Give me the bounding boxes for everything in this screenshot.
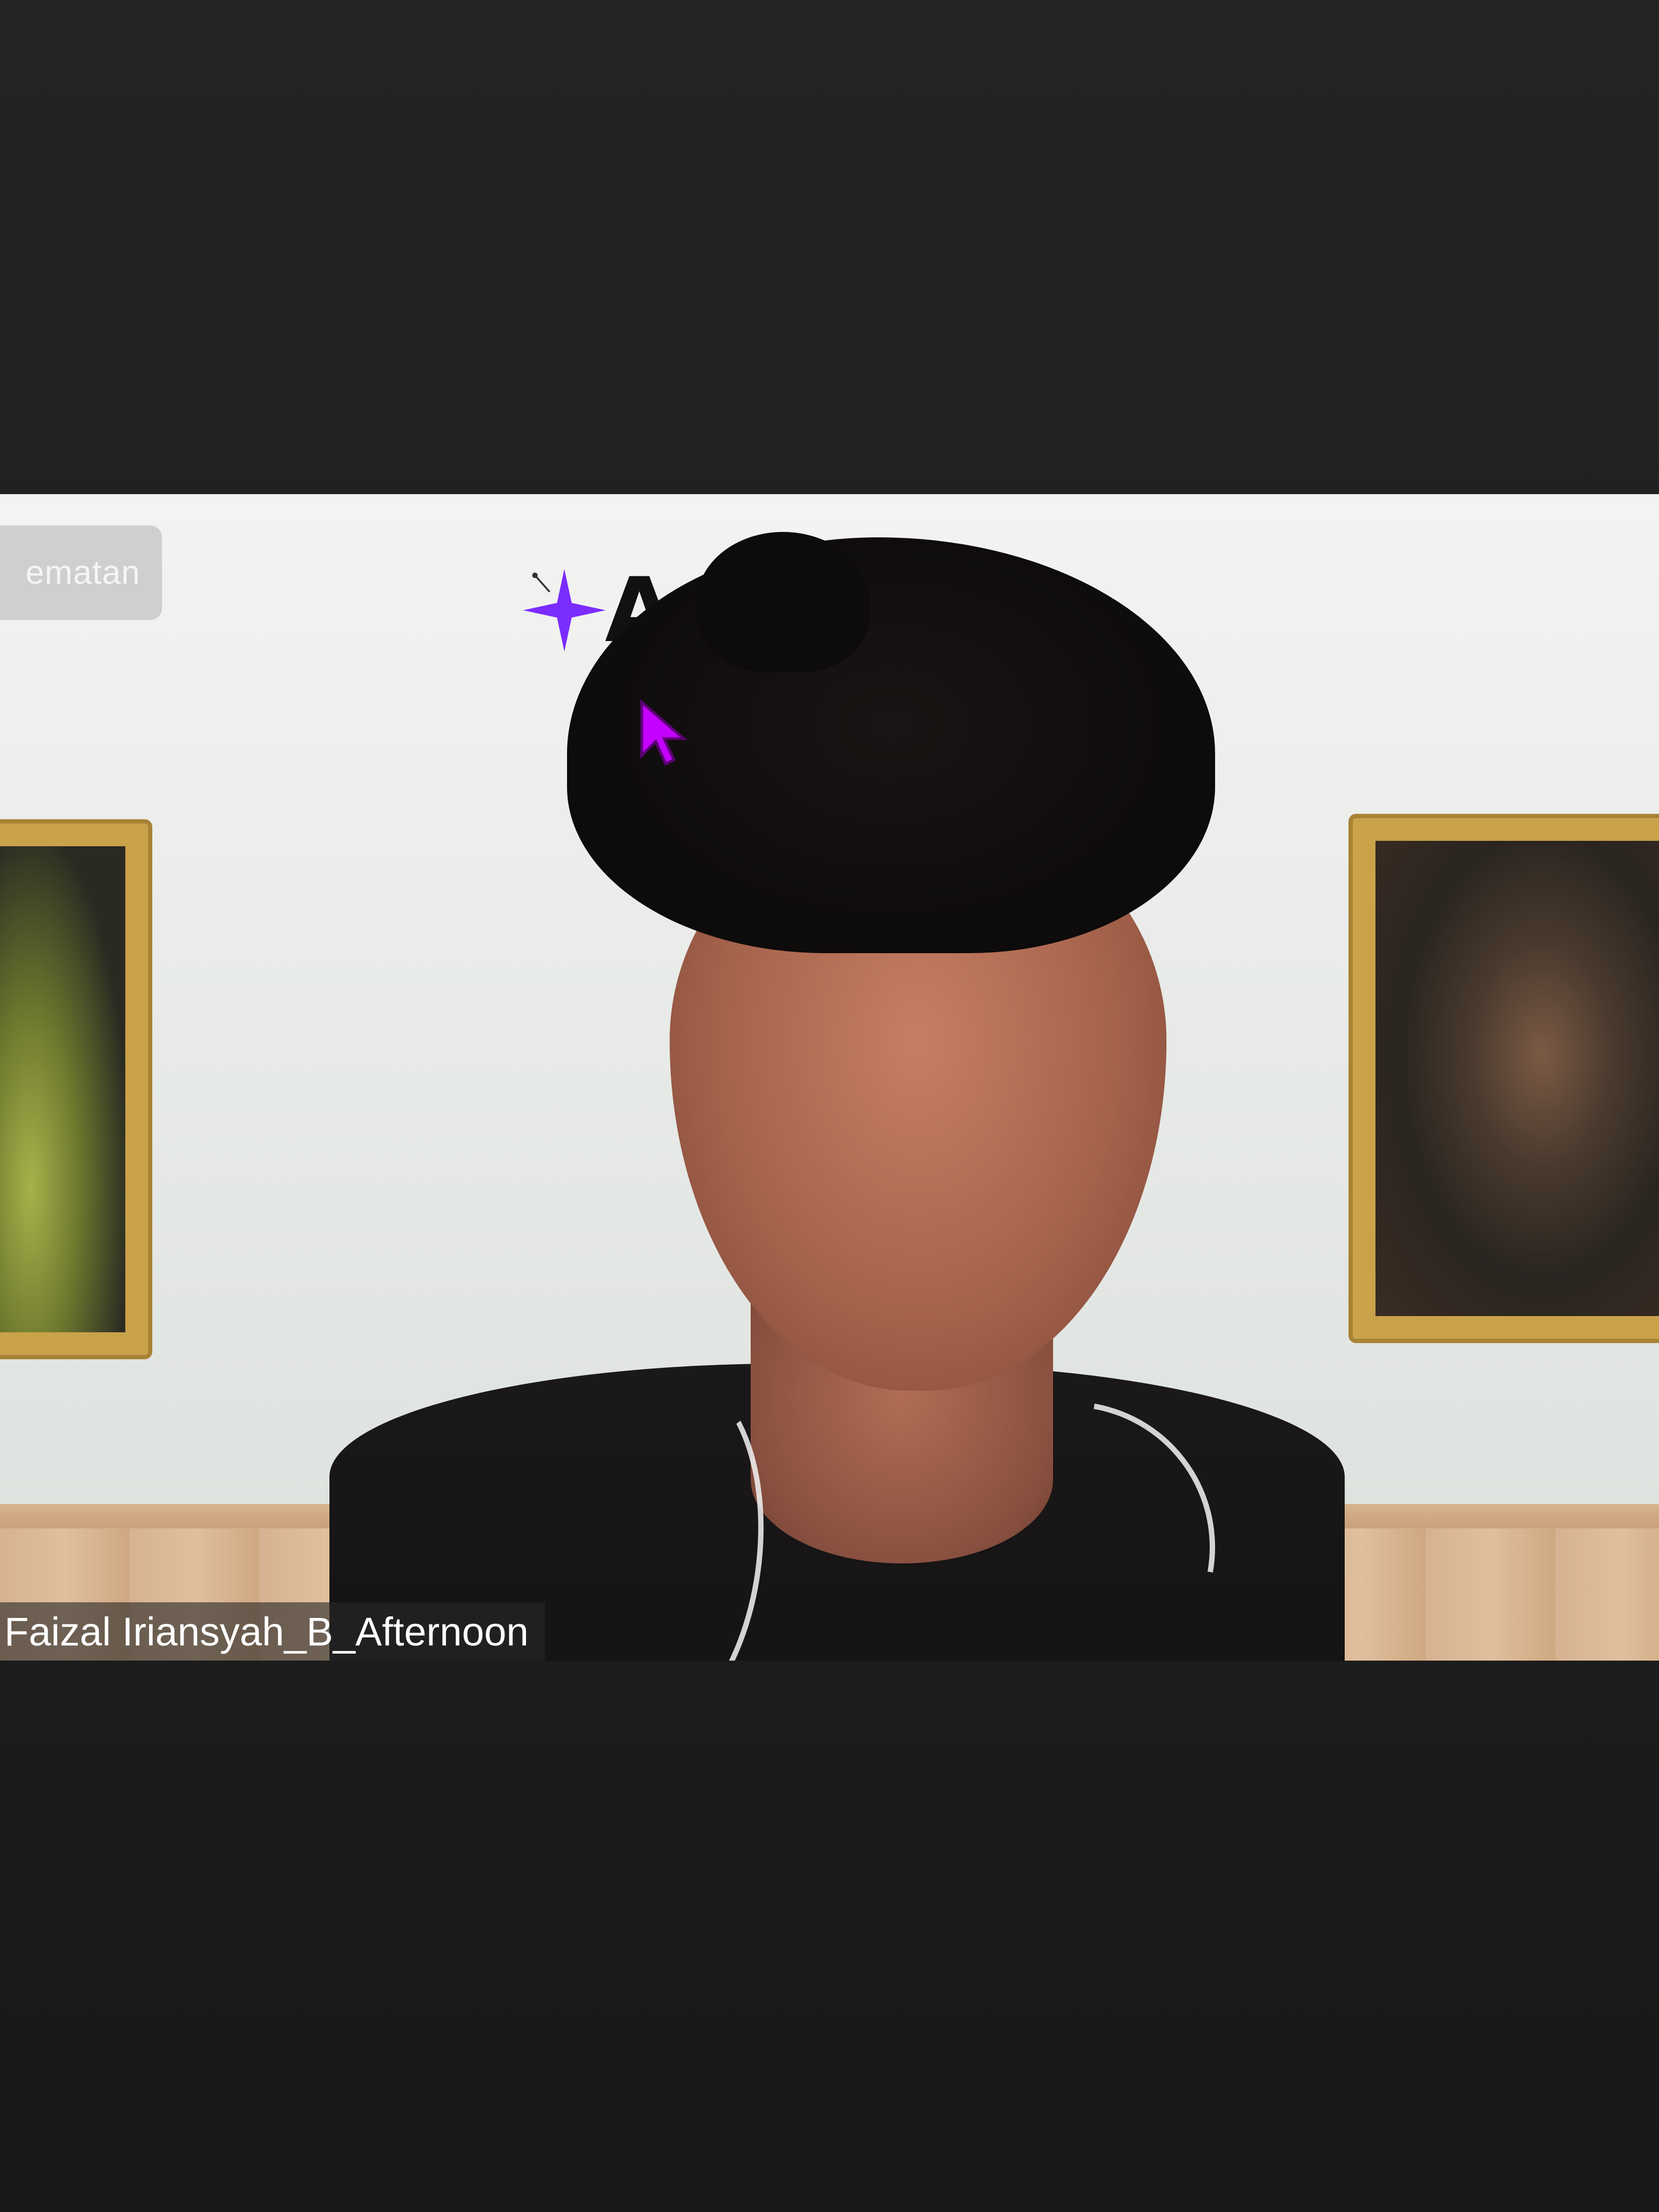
participant-video-tile[interactable]: ematan Ar Faizal Iriansyah_B_Afternoon <box>0 494 1659 1661</box>
hair-occluding-heading <box>697 532 869 672</box>
screen-share-badge[interactable]: ematan <box>0 525 162 620</box>
screen-share-badge-label: ematan <box>25 554 140 591</box>
painting-frame-left <box>0 824 148 1355</box>
painting-frame-right <box>1353 818 1659 1339</box>
monitor-screen: ematan Ar Faizal Iriansyah_B_Afternoon <box>0 0 1659 2212</box>
pointer-cursor-icon <box>640 699 688 766</box>
painting-left <box>0 846 125 1332</box>
participant-name-label: Faizal Iriansyah_B_Afternoon <box>0 1602 545 1661</box>
painting-right-portrait <box>1375 841 1659 1316</box>
participant-name-text: Faizal Iriansyah_B_Afternoon <box>4 1609 529 1654</box>
participant-person <box>329 527 1345 1661</box>
